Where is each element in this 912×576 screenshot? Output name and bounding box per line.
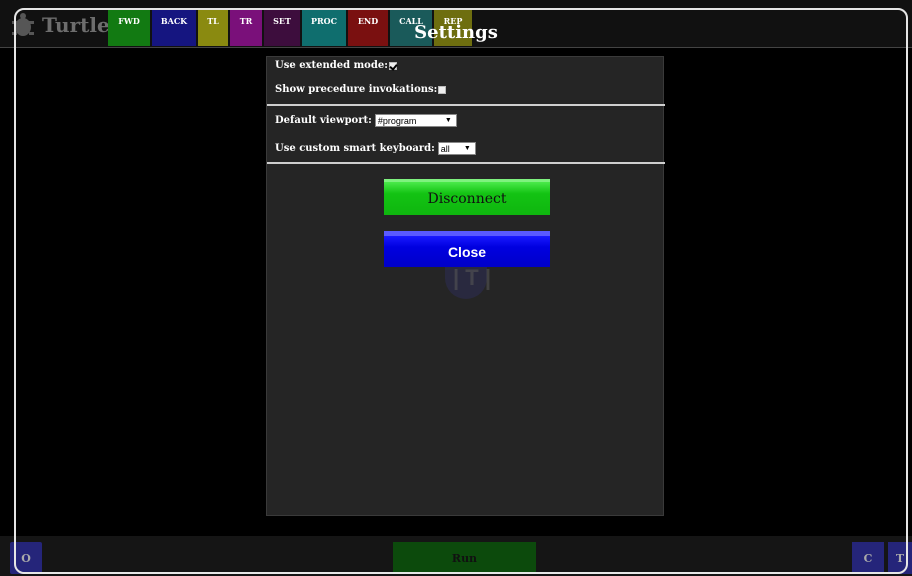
- disconnect-label: Disconnect: [427, 190, 507, 207]
- show-invocations-label: Show precedure invokations:: [275, 84, 438, 95]
- disconnect-button[interactable]: Disconnect: [384, 179, 550, 215]
- viewport-option: Default viewport: #program ▼: [275, 114, 457, 127]
- keyboard-select-value: all: [440, 143, 450, 154]
- chevron-down-icon: ▼: [444, 117, 452, 124]
- c-button[interactable]: C: [852, 542, 884, 574]
- o-label: O: [21, 551, 31, 565]
- top-bar: Turtle FWD BACK TL TR SET PROC END CALL …: [0, 0, 912, 48]
- settings-dialog: Use extended mode: Show precedure invoka…: [266, 56, 665, 516]
- run-label: Run: [451, 551, 478, 565]
- t-button[interactable]: T: [888, 542, 912, 574]
- settings-title: Settings: [414, 22, 498, 43]
- close-button[interactable]: Close: [384, 231, 550, 267]
- section-divider: [267, 104, 665, 106]
- o-button[interactable]: O: [10, 542, 42, 574]
- header-divider: [0, 47, 912, 48]
- viewport-select-value: #program: [377, 115, 417, 126]
- keyboard-select[interactable]: all ▼: [437, 142, 476, 155]
- extended-mode-checkbox[interactable]: [388, 61, 397, 70]
- c-label: C: [863, 551, 873, 565]
- viewport-label: Default viewport:: [275, 115, 372, 126]
- turtle-glyph-icon: | T |: [453, 265, 491, 290]
- close-label: Close: [447, 243, 487, 260]
- keyboard-label: Use custom smart keyboard:: [275, 143, 435, 154]
- extended-mode-label: Use extended mode:: [275, 60, 388, 71]
- show-invocations-option: Show precedure invokations:: [275, 84, 447, 95]
- keyboard-option: Use custom smart keyboard: all ▼: [275, 142, 476, 155]
- t-label: T: [895, 551, 905, 565]
- viewport-select[interactable]: #program ▼: [374, 114, 457, 127]
- section-divider: [267, 162, 665, 164]
- extended-mode-option: Use extended mode:: [275, 60, 397, 71]
- run-button[interactable]: Run: [393, 542, 536, 574]
- show-invocations-checkbox[interactable]: [438, 85, 447, 94]
- chevron-down-icon: ▼: [463, 145, 471, 152]
